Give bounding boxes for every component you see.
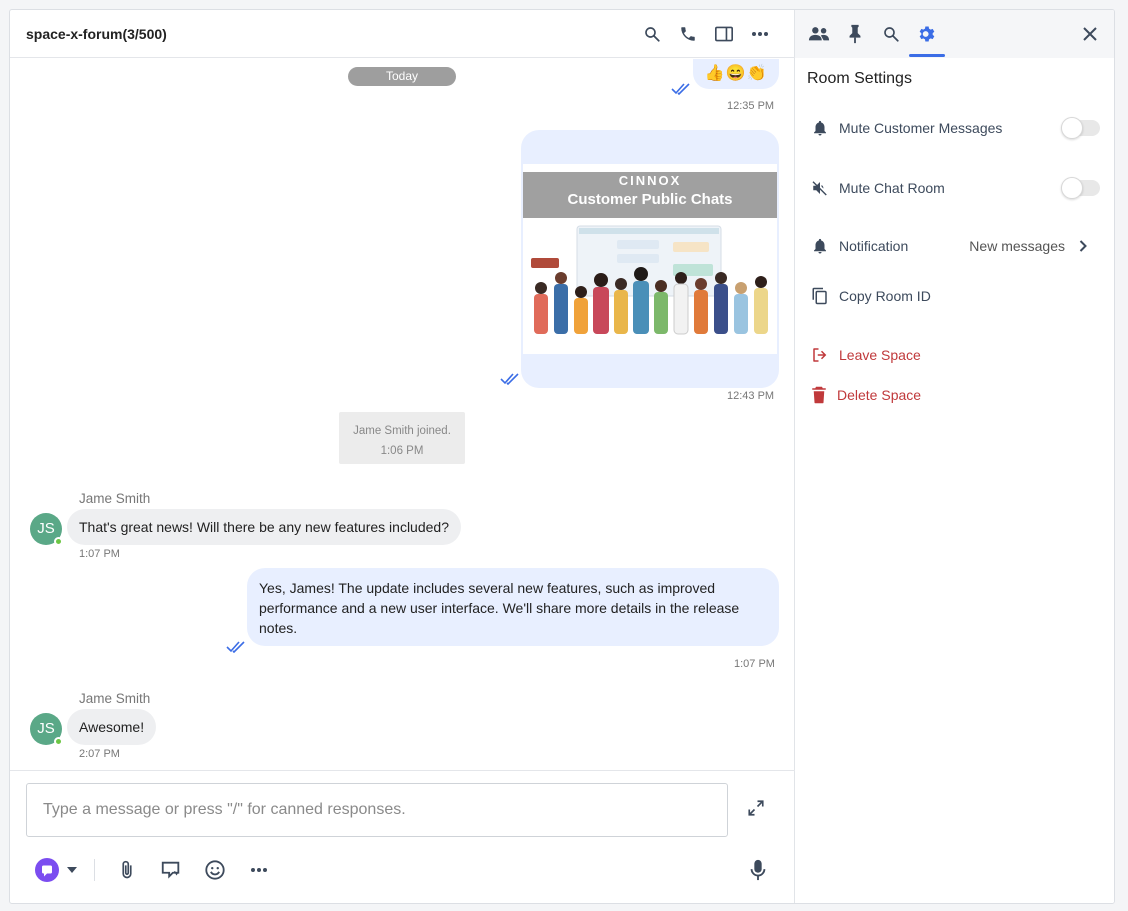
sender-name: Jame Smith [79,691,151,706]
search-icon [884,27,899,42]
setting-label: Mute Chat Room [839,180,945,196]
search-icon[interactable] [640,22,664,46]
image-banner: CINNOX Customer Public Chats [523,172,777,218]
message-time: 1:07 PM [734,658,775,670]
setting-mute-customer: Mute Customer Messages [811,115,1100,141]
trash-icon [812,386,826,404]
tab-search[interactable] [877,20,905,48]
close-panel-button[interactable] [1076,20,1104,48]
outgoing-message[interactable]: Yes, James! The update includes several … [247,568,779,646]
side-tabs [795,10,1114,58]
side-panel-icon[interactable] [712,22,736,46]
phone-icon[interactable] [676,22,700,46]
incoming-message[interactable]: That's great news! Will there be any new… [67,509,461,545]
emoji-icon[interactable] [202,857,228,883]
setting-mute-room: Mute Chat Room [811,175,1100,201]
copy-icon [812,287,827,305]
setting-notification[interactable]: Notification New messages [811,233,1091,259]
setting-label: Mute Customer Messages [839,120,1003,136]
setting-copy-room-id[interactable]: Copy Room ID [811,283,1091,309]
avatar[interactable]: JS [30,713,63,746]
chevron-right-icon [1079,240,1087,252]
message-time: 12:35 PM [727,100,775,112]
system-note: Jame Smith joined. 1:06 PM [339,412,465,464]
setting-label: Delete Space [837,387,922,403]
chat-header: space-x-forum(3/500) [10,10,795,58]
people-icon [808,27,830,41]
message-input[interactable] [26,783,728,837]
image-banner-title: Customer Public Chats [567,191,733,208]
more-options-icon[interactable] [748,22,772,46]
message-time: 2:07 PM [79,748,120,760]
bell-icon [814,238,826,254]
chat-pane: space-x-forum(3/500) Today 👍😄👏 12:35 PM [10,10,795,903]
toggle-knob [1061,177,1083,199]
bell-icon [814,120,826,136]
read-receipt-icon [671,83,690,95]
notification-value: New messages [969,238,1065,254]
tab-settings[interactable] [913,20,941,48]
settings-panel: Room Settings Mute Customer Messages Mut… [795,10,1114,903]
toolbar-divider [94,859,95,881]
expand-icon[interactable] [743,795,769,821]
delete-space-button[interactable]: Delete Space [811,382,1091,408]
read-receipt-icon [500,373,519,385]
image-message[interactable]: CINNOX Customer Public Chats [521,130,779,388]
message-time: 12:43 PM [727,390,775,402]
mute-room-toggle[interactable] [1061,177,1100,199]
tab-members[interactable] [805,20,833,48]
chevron-down-icon [67,867,77,873]
incoming-message[interactable]: Awesome! [67,709,157,745]
channel-selector[interactable] [32,857,80,883]
system-note-time: 1:06 PM [380,445,424,457]
volume-off-icon [812,181,827,196]
canned-response-icon[interactable] [158,857,184,883]
system-note-text: Jame Smith joined. [353,425,451,437]
setting-label: Copy Room ID [839,288,931,304]
date-divider: Today [348,67,456,86]
mute-customer-toggle[interactable] [1061,117,1100,139]
people-illustration [531,225,768,335]
room-title: space-x-forum(3/500) [26,26,167,42]
panel-title: Room Settings [807,70,912,87]
leave-space-button[interactable]: Leave Space [811,342,1091,368]
image-banner-brand: CINNOX [618,173,682,188]
message-list[interactable]: Today 👍😄👏 12:35 PM CINNOX Customer Publi… [10,59,795,770]
app-window: space-x-forum(3/500) Today 👍😄👏 12:35 PM [9,9,1115,904]
message-time: 1:07 PM [79,548,120,560]
image-attachment[interactable]: CINNOX Customer Public Chats [523,164,777,354]
pin-icon [849,24,861,44]
sender-name: Jame Smith [79,491,151,506]
avatar[interactable]: JS [30,513,63,546]
tab-pinned[interactable] [841,20,869,48]
active-tab-indicator [909,54,945,57]
avatar-initials: JS [37,520,55,537]
leave-icon [813,348,827,362]
attachment-icon[interactable] [114,857,140,883]
microphone-icon[interactable] [745,857,771,883]
setting-label: Notification [839,238,909,254]
chat-channel-icon [35,858,59,882]
composer [10,770,795,903]
setting-label: Leave Space [839,347,921,363]
close-icon [1083,27,1097,41]
avatar-initials: JS [37,720,55,737]
online-status-indicator [54,537,63,546]
more-tools-icon[interactable] [246,857,272,883]
emoji-message[interactable]: 👍😄👏 [693,59,779,89]
online-status-indicator [54,737,63,746]
toggle-knob [1061,117,1083,139]
gear-icon [919,26,935,42]
read-receipt-icon [226,641,245,653]
